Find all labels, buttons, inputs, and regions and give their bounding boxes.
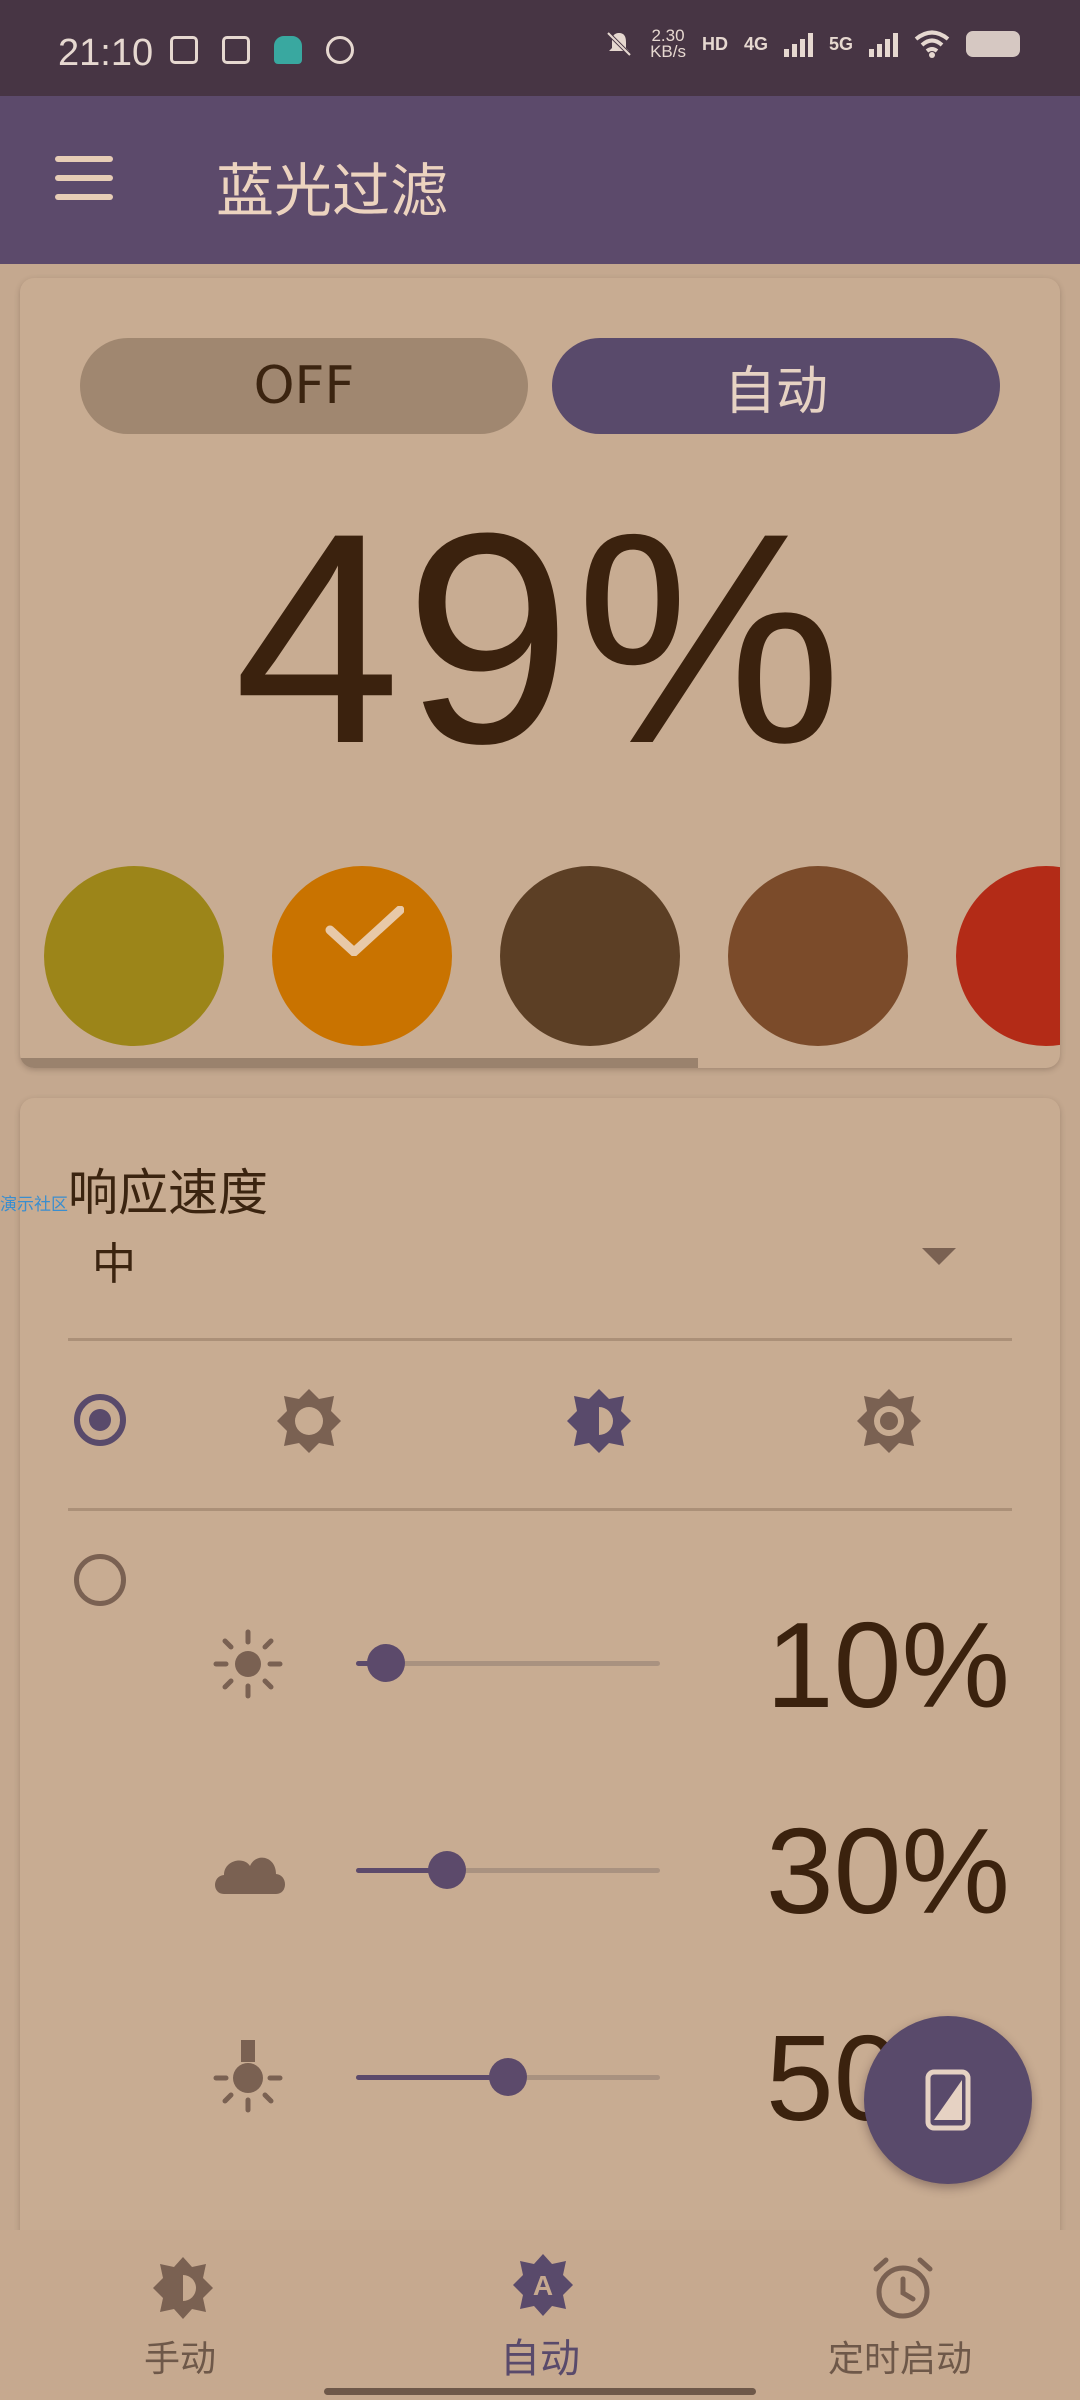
- nav-item-schedule[interactable]: 定时启动: [720, 2230, 1080, 2400]
- sim-card-icon: [170, 36, 198, 64]
- slider-thumb[interactable]: [489, 2058, 527, 2096]
- alarm-clock-icon: [873, 2257, 933, 2319]
- color-swatch[interactable]: [956, 866, 1060, 1046]
- brightness-high-icon[interactable]: [854, 1386, 924, 1456]
- mode-off-button[interactable]: OFF: [80, 338, 528, 434]
- nav-label-manual: 手动: [143, 2339, 216, 2380]
- slider-thumb[interactable]: [428, 1851, 467, 1889]
- system-indicators: 2.30 KB/s HD 4G 5G: [604, 27, 1020, 61]
- home-indicator[interactable]: [324, 2388, 756, 2395]
- response-speed-dropdown[interactable]: 中: [92, 1228, 136, 1292]
- bell-muted-icon: [606, 31, 632, 57]
- divider: [68, 1508, 1012, 1511]
- wifi-icon: [914, 30, 950, 58]
- status-time: 21:10: [58, 32, 154, 74]
- svg-text:A: A: [533, 2270, 553, 2301]
- brightness-low-icon[interactable]: [274, 1386, 344, 1456]
- watermark-text: 演示社区: [0, 1195, 68, 1215]
- cloud-level-value: 30%: [765, 1803, 1010, 1939]
- color-swatch[interactable]: [728, 866, 908, 1046]
- settings-card: 响应速度 中 10% 30%: [20, 1098, 1060, 2398]
- response-speed-label: 响应速度: [68, 1164, 268, 1222]
- calendar-icon: [222, 36, 250, 64]
- color-swatch[interactable]: [44, 866, 224, 1046]
- status-bar: 21:10 2.30 KB/s HD 4G 5G: [0, 0, 1080, 96]
- sun-icon: [213, 1629, 283, 1699]
- nav-item-auto[interactable]: A 自动: [360, 2230, 720, 2400]
- page-title: 蓝光过滤: [216, 157, 449, 225]
- divider: [68, 1338, 1012, 1341]
- phone-icon: [925, 2069, 971, 2131]
- sun-level-slider[interactable]: [356, 1644, 660, 1682]
- notification-icons: [170, 36, 354, 64]
- check-icon: [325, 906, 404, 956]
- lamp-icon: [213, 2040, 283, 2113]
- signal-label-1: 4G: [743, 33, 768, 54]
- slider-thumb[interactable]: [367, 1644, 406, 1682]
- nav-label-auto: 自动: [500, 2336, 580, 2382]
- brightness-medium-icon[interactable]: [564, 1386, 634, 1456]
- cloud-icon: [215, 1857, 285, 1894]
- bottom-navigation: 手动 A 自动 定时启动: [0, 2230, 1080, 2400]
- filter-card: OFF 自动 49%: [20, 278, 1060, 1068]
- brightness-medium-icon: [153, 2257, 213, 2319]
- swatch-scroll-indicator: [20, 1058, 698, 1068]
- cloud-level-slider[interactable]: [356, 1851, 660, 1889]
- app-bar: 蓝光过滤: [0, 96, 1080, 264]
- qq-icon: [274, 36, 302, 64]
- signal-label-2: 5G: [828, 33, 853, 54]
- net-speed: 2.30 KB/s: [650, 27, 686, 61]
- color-swatch[interactable]: [500, 866, 680, 1046]
- brightness-auto-icon: A: [513, 2254, 573, 2316]
- dropdown-arrow-icon[interactable]: [922, 1248, 956, 1265]
- nav-label-schedule: 定时启动: [827, 2339, 972, 2380]
- menu-icon[interactable]: [55, 156, 113, 200]
- signal-bars-2-icon: [869, 31, 898, 57]
- net-speed-unit: KB/s: [650, 42, 686, 61]
- hd-badge: HD: [701, 33, 728, 54]
- lamp-level-slider[interactable]: [356, 2058, 660, 2096]
- preset-radio-selected[interactable]: [74, 1394, 126, 1446]
- gauge-icon: [326, 36, 354, 64]
- custom-radio[interactable]: [74, 1554, 126, 1606]
- overlay-toggle-button[interactable]: [864, 2016, 1032, 2184]
- mode-auto-button[interactable]: 自动: [552, 338, 1000, 434]
- color-swatch-selected[interactable]: [272, 866, 452, 1046]
- intensity-value: 49%: [233, 470, 847, 806]
- signal-bars-1-icon: [783, 31, 813, 57]
- sun-level-value: 10%: [765, 1597, 1010, 1733]
- battery-icon: [966, 31, 1020, 57]
- nav-item-manual[interactable]: 手动: [0, 2230, 360, 2400]
